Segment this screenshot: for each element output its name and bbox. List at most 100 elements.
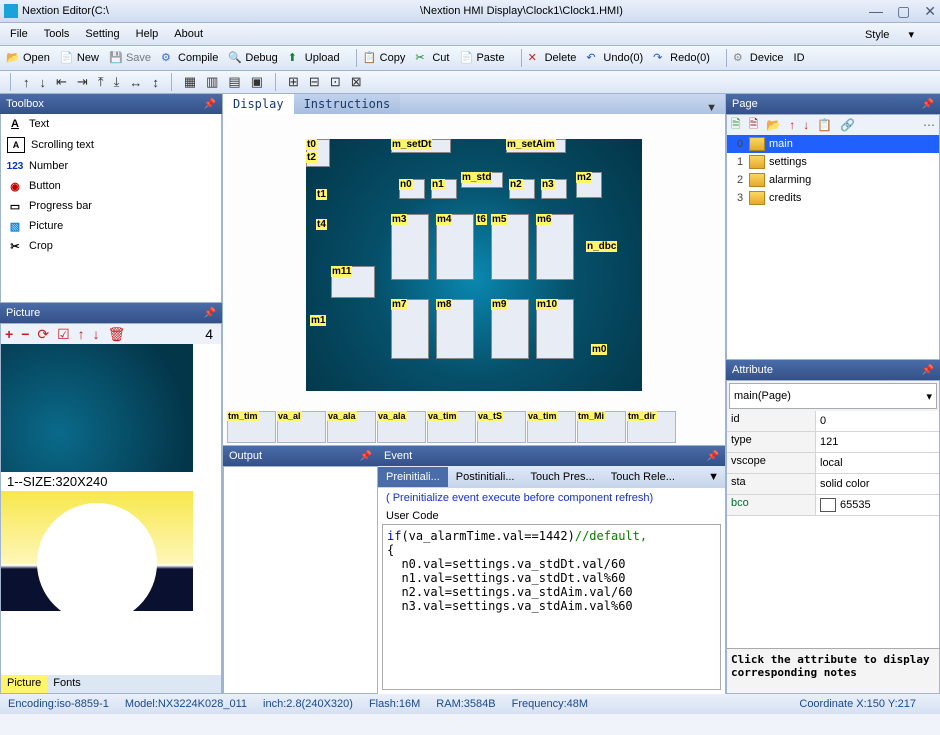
pin-icon[interactable]: 📌 [360, 451, 372, 462]
same-height-icon[interactable]: ↕ [152, 75, 159, 90]
grid2-icon[interactable]: ▣ [251, 74, 263, 90]
comp-m1[interactable]: m1 [310, 315, 326, 326]
minimize-button[interactable]: — [869, 3, 883, 20]
comp-t2[interactable]: t2 [306, 152, 317, 163]
menu-setting[interactable]: Setting [85, 28, 119, 40]
page-up-icon[interactable]: ↑ [789, 118, 795, 132]
toolbox-item[interactable]: ▭Progress bar [1, 196, 221, 216]
same-width-icon[interactable]: ↔ [129, 75, 142, 90]
upload-button[interactable]: ⬆Upload [288, 51, 340, 65]
toolbox-item[interactable]: 123Number [1, 156, 221, 176]
pin-icon[interactable]: 📌 [204, 99, 216, 110]
refresh-icon[interactable]: ⟳ [37, 326, 49, 343]
comp-t6[interactable]: t6 [476, 214, 487, 225]
comp-n2[interactable]: n2 [509, 179, 523, 190]
comp-m11[interactable]: m11 [331, 266, 352, 277]
timer-chip[interactable]: va_tim [527, 411, 576, 443]
picture-thumb-2[interactable] [1, 491, 193, 611]
attribute-row[interactable]: id0 [727, 411, 939, 432]
timer-chip[interactable]: tm_Mi [577, 411, 626, 443]
page-down-icon[interactable]: ↓ [803, 118, 809, 132]
paste-button[interactable]: 📄Paste [459, 51, 504, 65]
comp-m10[interactable]: m10 [536, 299, 558, 310]
edit-icon[interactable]: ☑ [57, 326, 70, 343]
toolbox-item[interactable]: AScrolling text [1, 134, 221, 156]
menu-help[interactable]: Help [136, 28, 159, 40]
page-import-icon[interactable]: 📂 [766, 118, 781, 132]
menu-file[interactable]: File [10, 28, 28, 40]
comp-m0[interactable]: m0 [591, 344, 607, 355]
align-bottom-icon[interactable]: ⤓ [114, 74, 120, 90]
debug-button[interactable]: 🔍Debug [228, 51, 277, 65]
pin-icon[interactable]: 📌 [922, 99, 934, 110]
distribute-h-icon[interactable]: ▦ [184, 74, 196, 90]
toolbox-item[interactable]: ▧Picture [1, 216, 221, 236]
toolbox-item[interactable]: ◉Button [1, 176, 221, 196]
pin-icon[interactable]: 📌 [204, 308, 216, 319]
comp-m8[interactable]: m8 [436, 299, 452, 310]
pin-icon[interactable]: 📌 [922, 365, 934, 376]
picture-tab-fonts[interactable]: Fonts [47, 675, 87, 693]
compile-button[interactable]: ⚙Compile [161, 51, 218, 65]
picture-list[interactable]: 1--SIZE:320X240 [1, 344, 221, 675]
open-button[interactable]: 📂Open [6, 51, 50, 65]
attribute-row[interactable]: type121 [727, 432, 939, 453]
pin-icon[interactable]: 📌 [707, 451, 719, 462]
save-button[interactable]: 💾Save [109, 51, 151, 65]
comp-n0[interactable]: n0 [399, 179, 413, 190]
comp-msetdt[interactable]: m_setDt [391, 139, 432, 150]
page-copy-icon[interactable]: 📋 [817, 118, 832, 132]
toolbox-item[interactable]: AText [1, 114, 221, 134]
align-right-icon[interactable]: ⇥ [77, 74, 88, 90]
device-button[interactable]: ⚙Device [733, 51, 784, 65]
menu-style[interactable]: Style ▾ [865, 28, 914, 41]
dist-h2-icon[interactable]: ⊞ [288, 74, 299, 90]
add-icon[interactable]: + [5, 326, 13, 342]
toolbox-item[interactable]: ✂Crop [1, 236, 221, 256]
comp-t1[interactable]: t1 [316, 189, 327, 200]
page-remove-icon[interactable]: 🗎 [749, 115, 759, 136]
redo-button[interactable]: ↷Redo(0) [653, 51, 710, 65]
picture-tab-picture[interactable]: Picture [1, 675, 47, 693]
comp-m6[interactable]: m6 [536, 214, 552, 225]
design-canvas[interactable]: p0 t0t2 m_setDt m_setAim t1 n0 n1 m_std … [306, 139, 642, 391]
timer-chip[interactable]: va_al [277, 411, 326, 443]
tab-instructions[interactable]: Instructions [294, 94, 401, 114]
id-button[interactable]: ID [794, 52, 805, 64]
arrow-up-icon[interactable]: ↑ [23, 75, 30, 90]
comp-t4[interactable]: t4 [316, 219, 327, 230]
comp-m3[interactable]: m3 [391, 214, 407, 225]
timer-chip[interactable]: va_tim [427, 411, 476, 443]
event-code-editor[interactable]: if(va_alarmTime.val==1442)//default, { n… [382, 524, 721, 690]
up-icon[interactable]: ↑ [78, 326, 85, 342]
arrow-down-icon[interactable]: ↓ [40, 75, 47, 90]
event-tabs-dropdown-icon[interactable]: ▼ [702, 471, 725, 483]
attribute-row[interactable]: bco65535 [727, 495, 939, 516]
attribute-selector[interactable]: main(Page)▾ [729, 383, 937, 409]
comp-msetaim[interactable]: m_setAim [506, 139, 556, 150]
comp-m4[interactable]: m4 [436, 214, 452, 225]
menu-tools[interactable]: Tools [44, 28, 70, 40]
undo-button[interactable]: ↶Undo(0) [586, 51, 643, 65]
event-tab-touchrelease[interactable]: Touch Rele... [603, 467, 683, 487]
menu-about[interactable]: About [174, 28, 203, 40]
comp-n1[interactable]: n1 [431, 179, 445, 190]
comp-m2[interactable]: m2 [576, 172, 592, 183]
comp-t0[interactable]: t0 [306, 139, 317, 150]
dist-v3-icon[interactable]: ⊠ [351, 74, 362, 90]
page-lock-icon[interactable]: 🔗 [840, 118, 855, 132]
remove-icon[interactable]: − [21, 326, 29, 342]
page-item[interactable]: 1settings [727, 153, 939, 171]
comp-m9[interactable]: m9 [491, 299, 507, 310]
align-top-icon[interactable]: ⤒ [98, 74, 104, 90]
align-left-icon[interactable]: ⇤ [56, 74, 67, 90]
tabs-dropdown-icon[interactable]: ▼ [698, 102, 725, 114]
cut-button[interactable]: ✂Cut [415, 51, 449, 65]
picture-thumb-1[interactable] [1, 344, 193, 472]
comp-m7[interactable]: m7 [391, 299, 407, 310]
event-tab-postinit[interactable]: Postinitiali... [448, 467, 523, 487]
maximize-button[interactable]: ▢ [897, 3, 910, 20]
page-item[interactable]: 2alarming [727, 171, 939, 189]
delete-button[interactable]: ✕Delete [528, 51, 577, 65]
page-menu-icon[interactable]: ⋯ [923, 118, 935, 132]
